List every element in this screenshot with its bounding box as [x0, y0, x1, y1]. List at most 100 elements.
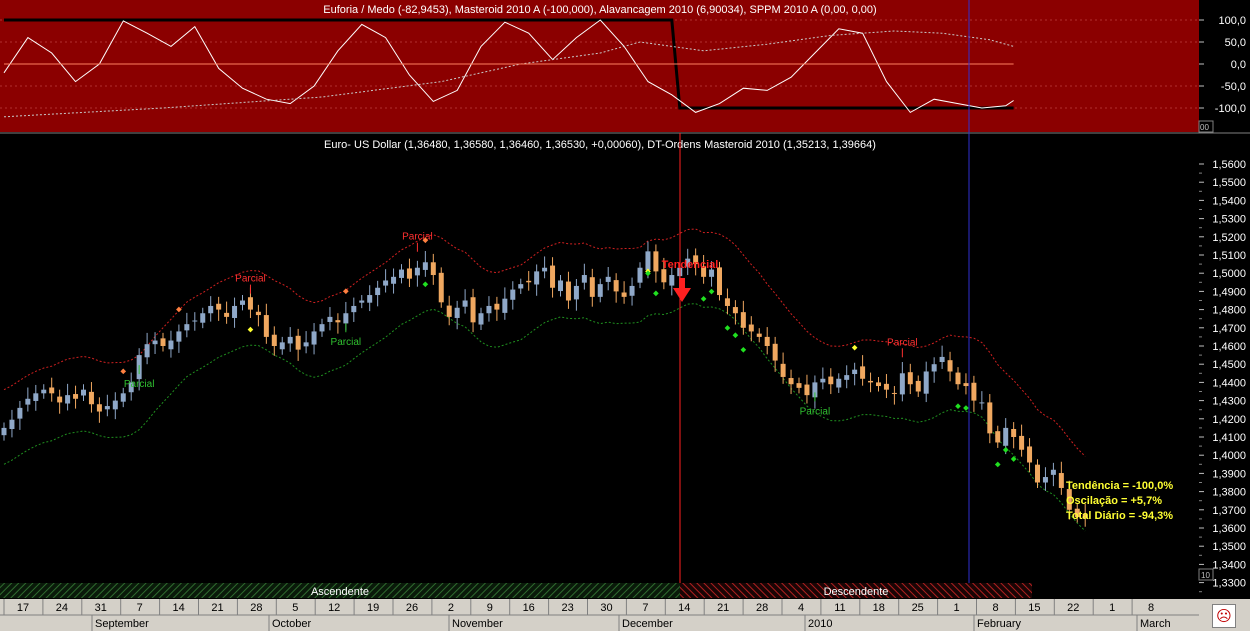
day-label: 30: [600, 602, 612, 614]
candle-body: [629, 285, 635, 296]
candle-body: [359, 300, 365, 303]
candle-body: [33, 393, 39, 401]
price-y-label: 1,4400: [1212, 377, 1246, 389]
signal-diamond: [422, 281, 429, 288]
month-label: March: [1140, 618, 1171, 630]
day-label: 9: [487, 602, 493, 614]
candle-body: [995, 431, 1001, 443]
candle-body: [406, 268, 412, 279]
day-label: 19: [367, 602, 379, 614]
price-y-label: 1,4100: [1212, 432, 1246, 444]
day-label: 14: [678, 602, 690, 614]
candle-body: [279, 342, 285, 350]
candle-body: [1050, 469, 1056, 475]
candle-body: [335, 320, 341, 323]
candle-body: [947, 360, 953, 372]
candle-body: [216, 303, 222, 310]
candle-body: [319, 324, 325, 332]
candle-body: [915, 380, 921, 392]
candle-body: [49, 387, 55, 394]
signal-diamond: [708, 288, 715, 295]
day-label: 24: [56, 602, 68, 614]
indicator-corner-label: 00: [1200, 123, 1209, 132]
candle-body: [1003, 427, 1009, 446]
candle-body: [438, 272, 444, 303]
indicator-y-label: -50,0: [1221, 81, 1246, 93]
candle-body: [1035, 464, 1040, 483]
price-corner-label: 10: [1201, 571, 1210, 580]
day-label: 5: [292, 602, 298, 614]
time-axis: 17 24 31 7 14 21 28 5 12 19 26 2 9 16 23 30 7 14 21 28 4 11 18…: [0, 599, 1250, 631]
price-y-label: 1,3600: [1212, 523, 1246, 535]
candle-body: [399, 269, 404, 278]
price-y-label: 1,5200: [1212, 232, 1246, 244]
signal-diamond: [732, 332, 739, 339]
month-label: 2010: [808, 618, 832, 630]
day-label: 31: [95, 602, 107, 614]
day-label: 16: [523, 602, 535, 614]
signal-diamond: [176, 306, 182, 313]
candle-body: [748, 324, 754, 332]
candle-body: [605, 276, 611, 282]
price-y-label: 1,4500: [1212, 359, 1246, 371]
candle-body: [65, 395, 71, 404]
day-label: 28: [756, 602, 768, 614]
candle-body: [168, 340, 174, 350]
candle-body: [836, 378, 842, 388]
candle-body: [57, 396, 63, 403]
sad-face-icon[interactable]: ☹: [1212, 604, 1236, 628]
candle-body: [303, 342, 309, 347]
candle-body: [637, 267, 643, 283]
candle-body: [232, 305, 238, 318]
candle-body: [17, 407, 23, 419]
signal-diamond: [963, 405, 969, 411]
price-y-label: 1,5500: [1212, 177, 1246, 189]
parcial-label: Parcial: [402, 232, 433, 243]
parcial-label: Parcial: [800, 406, 831, 417]
candle-body: [120, 393, 126, 402]
candle-body: [868, 380, 874, 383]
candle-body: [987, 402, 993, 434]
signal-diamond: [700, 296, 707, 302]
candle-body: [422, 262, 428, 270]
candle-body: [295, 335, 301, 350]
candle-body: [208, 305, 214, 314]
indicator-title: Euforia / Medo (-82,9453), Masteroid 201…: [323, 4, 876, 16]
day-label: 1: [954, 602, 960, 614]
candle-body: [788, 378, 794, 385]
candle-body: [430, 262, 436, 276]
candle-body: [876, 382, 881, 387]
parcial-label: Parcial: [887, 337, 918, 348]
price-y-label: 1,5600: [1212, 159, 1246, 171]
candle-body: [1, 427, 7, 436]
day-label: 21: [211, 602, 223, 614]
candle-body: [478, 313, 484, 325]
price-y-label: 1,3300: [1212, 578, 1246, 590]
indicator-y-label: 50,0: [1225, 37, 1246, 49]
regime-strip: Ascendente Descendente: [0, 583, 1032, 598]
day-label: 28: [250, 602, 262, 614]
oscilacao-text: Oscilação = +5,7%: [1066, 495, 1163, 507]
indicator-y-label: -100,0: [1215, 103, 1246, 115]
price-panel: Euro- US Dollar (1,36480, 1,36580, 1,364…: [1, 139, 1246, 593]
descendente-label: Descendente: [824, 586, 889, 598]
candle-body: [200, 313, 206, 323]
price-y-label: 1,5100: [1212, 250, 1246, 262]
price-y-label: 1,4600: [1212, 341, 1246, 353]
candle-body: [152, 340, 158, 345]
price-y-label: 1,4900: [1212, 286, 1246, 298]
price-y-label: 1,5300: [1212, 214, 1246, 226]
day-label: 25: [912, 602, 924, 614]
price-y-label: 1,4200: [1212, 414, 1246, 426]
candle-body: [653, 251, 659, 272]
candle-body: [764, 336, 770, 346]
day-label: 21: [717, 602, 729, 614]
candle-body: [240, 300, 245, 305]
signal-diamond: [653, 290, 659, 297]
candle-body: [454, 307, 460, 318]
candle-body: [351, 305, 357, 313]
candle-body: [804, 384, 810, 396]
candle-body: [550, 265, 556, 288]
info-box: Tendência = -100,0% Oscilação = +5,7% To…: [1066, 479, 1236, 524]
candle-body: [311, 331, 317, 345]
